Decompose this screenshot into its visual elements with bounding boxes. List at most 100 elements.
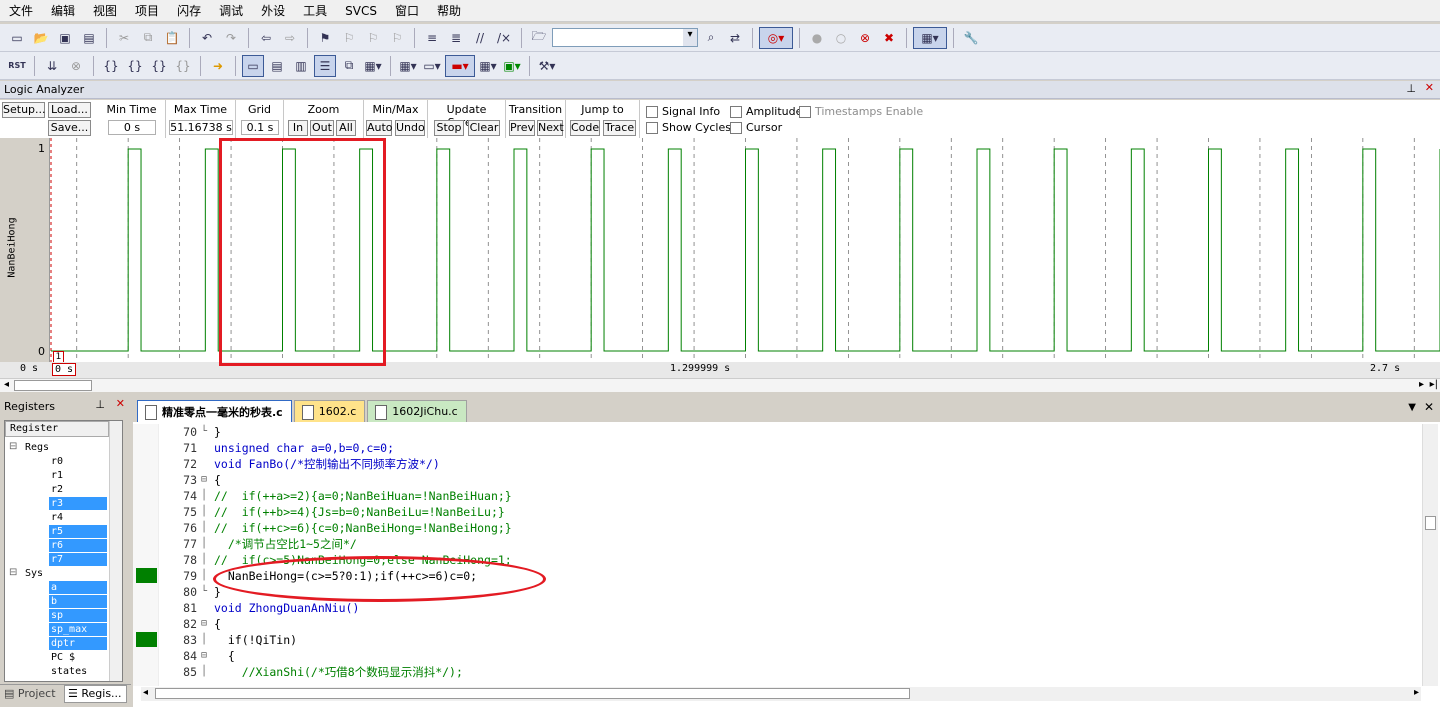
- analysis-window-icon[interactable]: ▬▾: [445, 54, 475, 77]
- register-item[interactable]: sp_max: [49, 623, 107, 636]
- scroll-thumb[interactable]: [14, 380, 92, 391]
- scroll-left-icon[interactable]: ◂: [143, 687, 148, 698]
- reset-icon[interactable]: RST: [6, 55, 28, 77]
- window-layout-icon[interactable]: ▦▾: [913, 26, 947, 49]
- clear-button[interactable]: Clear: [468, 120, 500, 136]
- memory-window-icon[interactable]: ▦▾: [397, 55, 419, 77]
- fold-marker[interactable]: └: [201, 424, 211, 440]
- tab-1602[interactable]: 1602.c: [293, 400, 366, 422]
- tree-expander-icon[interactable]: ⊟: [9, 441, 17, 452]
- breakpoint-disable-all-icon[interactable]: ⊗: [854, 27, 876, 49]
- pin-icon[interactable]: ⊥: [1406, 82, 1416, 95]
- find-combo[interactable]: [552, 28, 698, 47]
- cut-icon[interactable]: ✂: [113, 27, 135, 49]
- code-line[interactable]: 83 │ if(!QiTin): [133, 632, 1418, 648]
- show-next-statement-icon[interactable]: ➜: [207, 55, 229, 77]
- indent-icon[interactable]: ≡: [421, 27, 443, 49]
- trace-button[interactable]: Trace: [603, 120, 636, 136]
- disassembly-window-icon[interactable]: ▤: [266, 55, 288, 77]
- next-button[interactable]: Next: [537, 120, 564, 136]
- bookmark-next-icon[interactable]: ⚐: [362, 27, 384, 49]
- breakpoint-insert-icon[interactable]: ●: [806, 27, 828, 49]
- scroll-right-icon[interactable]: ▸: [1414, 687, 1419, 698]
- code-line[interactable]: 70 └}: [133, 424, 1418, 440]
- run-to-cursor-icon[interactable]: {}: [172, 55, 194, 77]
- code-line[interactable]: 84 ⊟ {: [133, 648, 1418, 664]
- prev-button[interactable]: Prev: [509, 120, 535, 136]
- fold-marker[interactable]: │: [201, 536, 211, 552]
- register-item[interactable]: PC $: [49, 651, 75, 664]
- scroll-left-icon[interactable]: ◂: [4, 379, 9, 390]
- menu-item[interactable]: 外设: [252, 2, 294, 19]
- code-line[interactable]: 76 │// if(++c>=6){c=0;NanBeiHong=!NanBeiH…: [133, 520, 1418, 536]
- copy-icon[interactable]: ⧉: [137, 27, 159, 49]
- menu-item[interactable]: 编辑: [42, 2, 84, 19]
- fold-marker[interactable]: │: [201, 568, 211, 584]
- fold-marker[interactable]: │: [201, 504, 211, 520]
- bookmark-icon[interactable]: ⚑: [314, 27, 336, 49]
- register-item[interactable]: Regs: [23, 441, 49, 454]
- zoom-in-button[interactable]: In: [288, 120, 308, 136]
- auto-button[interactable]: Auto: [366, 120, 393, 136]
- waveform-horizontal-scrollbar[interactable]: ◂ ▸ ▸|: [0, 378, 1440, 392]
- tab-list-icon[interactable]: ▼: [1408, 402, 1416, 413]
- fold-marker[interactable]: ⊟: [201, 616, 211, 632]
- setup-button[interactable]: Setup...: [2, 102, 46, 118]
- menu-item[interactable]: 项目: [126, 2, 168, 19]
- comment-icon[interactable]: //: [469, 27, 491, 49]
- trace-window-icon[interactable]: ▦▾: [477, 55, 499, 77]
- run-icon[interactable]: ⇊: [41, 55, 63, 77]
- register-item[interactable]: b: [49, 595, 107, 608]
- breakpoint-marker[interactable]: [136, 568, 157, 583]
- save-all-icon[interactable]: ▤: [78, 27, 100, 49]
- fold-marker[interactable]: │: [201, 632, 211, 648]
- waveform-area[interactable]: NanBeiHong 1 0 1 0 s 0 s 1.299999 s 2.7 …: [0, 138, 1440, 378]
- register-item[interactable]: a: [49, 581, 107, 594]
- fold-marker[interactable]: │: [201, 488, 211, 504]
- register-scrollbar[interactable]: [109, 421, 122, 681]
- toolbox-icon[interactable]: ⚒▾: [536, 55, 558, 77]
- fold-marker[interactable]: ⊟: [201, 648, 211, 664]
- save-icon[interactable]: ▣: [54, 27, 76, 49]
- register-item[interactable]: Sys: [23, 567, 43, 580]
- breakpoint-kill-all-icon[interactable]: ✖: [878, 27, 900, 49]
- register-item[interactable]: r0: [49, 455, 63, 468]
- close-icon[interactable]: ✕: [1424, 400, 1434, 414]
- registers-window-icon[interactable]: ☰: [314, 54, 336, 77]
- command-window-icon[interactable]: ▭: [242, 54, 264, 77]
- register-item[interactable]: r1: [49, 469, 63, 482]
- register-item[interactable]: states: [49, 665, 87, 678]
- call-stack-icon[interactable]: ⧉: [338, 55, 360, 77]
- pin-icon[interactable]: ⊥: [95, 398, 105, 411]
- fold-marker[interactable]: │: [201, 520, 211, 536]
- code-line[interactable]: 77 │ /*调节占空比1~5之间*/: [133, 536, 1418, 552]
- find-in-files-icon[interactable]: 🗁: [528, 27, 550, 49]
- amplitude-checkbox[interactable]: Amplitude: [730, 105, 802, 118]
- tab-1602jichu[interactable]: 1602JiChu.c: [367, 400, 467, 422]
- menu-item[interactable]: 闪存: [168, 2, 210, 19]
- code-line[interactable]: 85 │ //XianShi(/*巧借8个数码显示消抖*/);: [133, 664, 1418, 680]
- code-line[interactable]: 72 void FanBo(/*控制输出不同频率方波*/): [133, 456, 1418, 472]
- paste-icon[interactable]: 📋: [161, 27, 183, 49]
- register-item[interactable]: sp: [49, 609, 107, 622]
- code-line[interactable]: 73 ⊟{: [133, 472, 1418, 488]
- editor-vertical-scrollbar[interactable]: [1422, 424, 1438, 686]
- zoom-out-button[interactable]: Out: [310, 120, 334, 136]
- open-folder-icon[interactable]: 📂: [30, 27, 52, 49]
- menu-item[interactable]: 窗口: [386, 2, 428, 19]
- watch-window-icon[interactable]: ▦▾: [362, 55, 384, 77]
- breakpoint-marker[interactable]: [136, 632, 157, 647]
- menu-item[interactable]: 工具: [294, 2, 336, 19]
- debug-session-icon[interactable]: ◎▾: [759, 26, 793, 49]
- register-item[interactable]: r7: [49, 553, 107, 566]
- menu-item[interactable]: 文件: [0, 2, 42, 19]
- scroll-thumb[interactable]: [1425, 516, 1436, 530]
- redo-icon[interactable]: ↷: [220, 27, 242, 49]
- bookmark-prev-icon[interactable]: ⚐: [338, 27, 360, 49]
- close-icon[interactable]: ✕: [1425, 81, 1434, 94]
- stop-button[interactable]: Stop: [434, 120, 464, 136]
- tab-main-source[interactable]: 精准零点一毫米的秒表.c: [137, 400, 292, 422]
- new-file-icon[interactable]: ▭: [6, 27, 28, 49]
- undo-icon[interactable]: ↶: [196, 27, 218, 49]
- tab-project[interactable]: ▤ Project: [4, 687, 62, 700]
